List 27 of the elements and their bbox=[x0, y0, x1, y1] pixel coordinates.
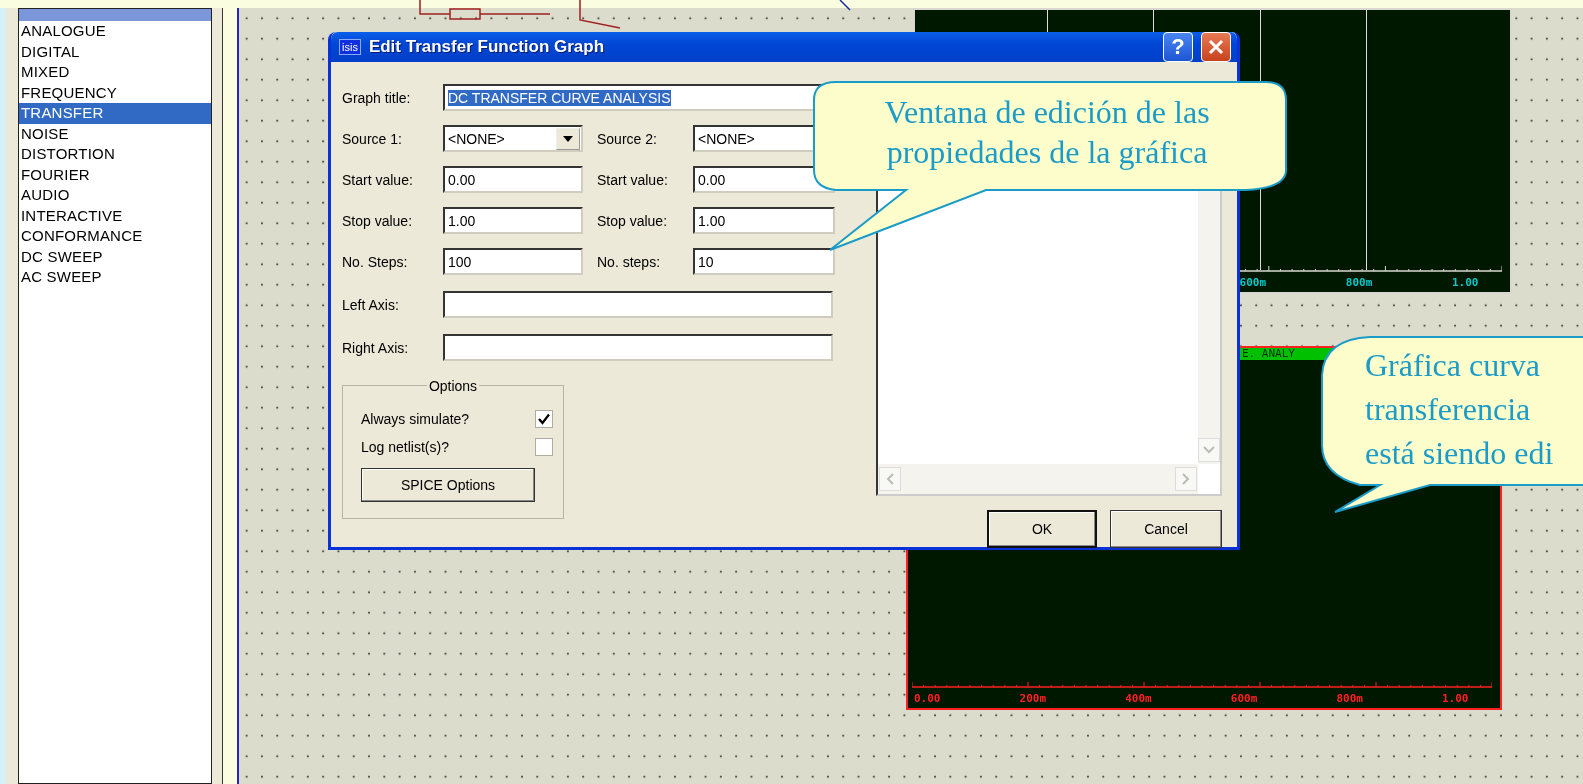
checkbox-label: Log netlist(s)? bbox=[361, 439, 449, 455]
field-label: Graph title: bbox=[342, 89, 412, 106]
window-title: Edit Transfer Function Graph bbox=[368, 37, 606, 57]
axis-label: 0.00 bbox=[914, 692, 941, 705]
field-label: Source 2: bbox=[596, 130, 658, 147]
callout-tooltip: Gráfica curva transferencia está siendo edi bbox=[1320, 335, 1583, 515]
field-label: Source 1: bbox=[342, 130, 403, 147]
field-label: Start value: bbox=[596, 171, 669, 188]
axis-label: 1.00 bbox=[1442, 692, 1469, 705]
axis-label: 600m bbox=[1230, 692, 1258, 705]
group-title: Options bbox=[426, 378, 480, 394]
axis-label: 600m bbox=[1239, 276, 1267, 289]
axis-label: 1.00 bbox=[1452, 276, 1479, 289]
axis-label: 800m bbox=[1336, 692, 1363, 705]
axis-label: 800m bbox=[1345, 276, 1373, 289]
checkbox-label: Always simulate? bbox=[361, 411, 470, 427]
field-label: Stop value: bbox=[342, 212, 414, 229]
field-label: No. Steps: bbox=[342, 253, 409, 270]
app-icon: isis bbox=[339, 39, 361, 55]
field-label: Right Axis: bbox=[342, 339, 410, 356]
field-label: Left Axis: bbox=[342, 296, 400, 313]
field-label: Stop value: bbox=[596, 212, 669, 229]
field-label: Start value: bbox=[342, 171, 414, 188]
field-label: No. steps: bbox=[596, 253, 662, 270]
axis-label: 400m bbox=[1125, 692, 1152, 705]
axis-label: 200m bbox=[1019, 692, 1047, 705]
graph-title: E. ANALY bbox=[1242, 347, 1295, 360]
